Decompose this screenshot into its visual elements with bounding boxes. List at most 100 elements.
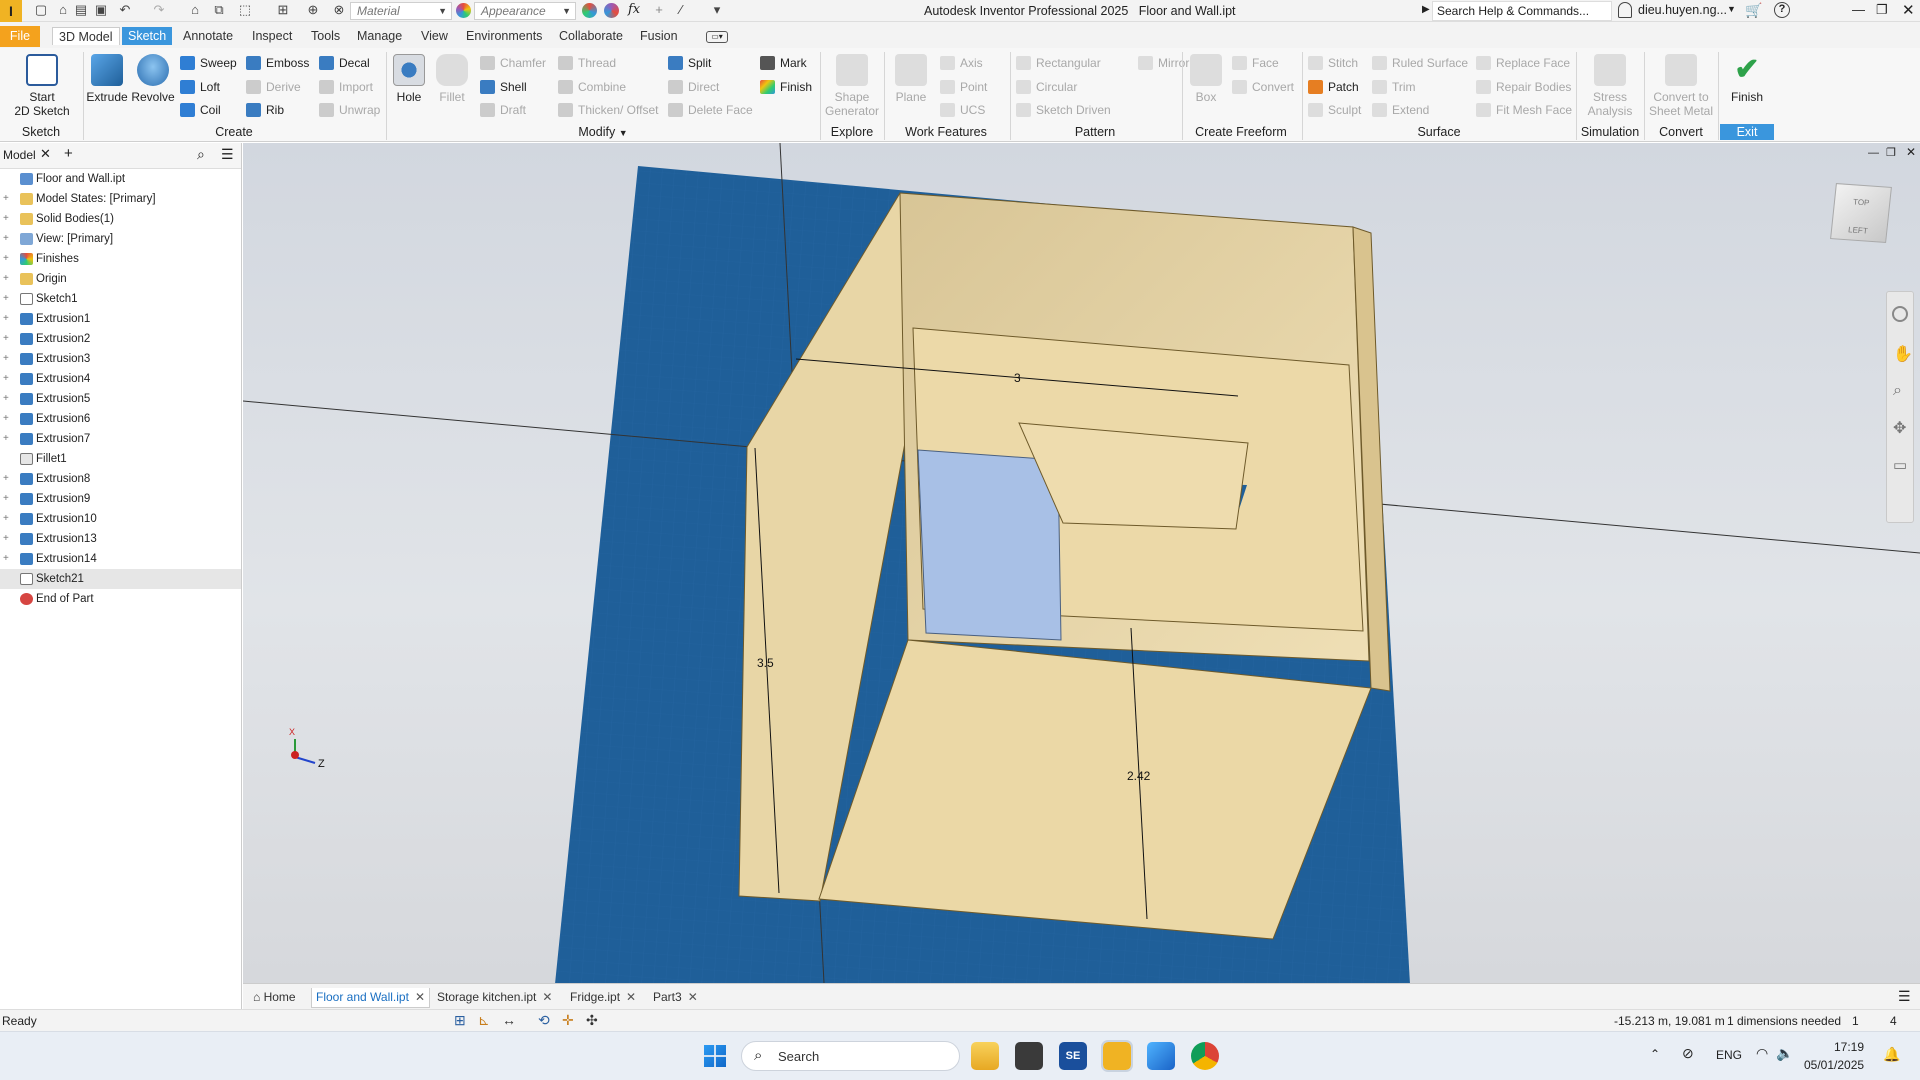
project-icon[interactable]: ⟲ <box>538 1012 550 1029</box>
thread-button[interactable]: Thread <box>558 54 616 72</box>
close-tab-icon[interactable]: ✕ <box>415 990 425 1004</box>
repair-bodies-button[interactable]: Repair Bodies <box>1476 78 1571 96</box>
expand-icon[interactable]: + <box>3 389 13 409</box>
shape-generator-button[interactable]: Shape Generator <box>822 54 882 118</box>
expand-icon[interactable]: + <box>3 369 13 389</box>
close-tab-icon[interactable]: ✕ <box>626 990 636 1004</box>
browser-node[interactable]: + Extrusion3 <box>0 349 241 369</box>
file-explorer-icon[interactable] <box>971 1042 999 1070</box>
box-freeform-button[interactable]: Box <box>1186 54 1226 104</box>
photos-app-icon[interactable] <box>1147 1042 1175 1070</box>
tray-chevron-icon[interactable]: ⌃ <box>1650 1047 1660 1061</box>
open-icon[interactable]: ⌂ <box>56 3 70 17</box>
hole-button[interactable]: Hole <box>388 54 430 104</box>
expand-icon[interactable]: + <box>3 309 13 329</box>
undo-icon[interactable]: ↶ <box>118 3 132 17</box>
browser-node[interactable]: + Extrusion9 <box>0 489 241 509</box>
expand-icon[interactable]: + <box>3 409 13 429</box>
close-panel-icon[interactable]: ✕ <box>40 146 51 162</box>
convert-freeform-button[interactable]: Convert <box>1232 78 1294 96</box>
graphics-viewport[interactable]: 3 3.5 2.42 X Z TOP LEFT — ❐ ✕ ✋ ⌕ ✥ ▭ <box>243 143 1920 983</box>
doc-tab-storage-kitchen[interactable]: Storage kitchen.ipt ✕ <box>433 988 556 1008</box>
tab-fusion[interactable]: Fusion <box>634 27 684 45</box>
start-2d-sketch-button[interactable]: Start 2D Sketch <box>12 54 72 118</box>
sketch-line-icon[interactable]: ∕ <box>674 3 688 17</box>
doc-tab-part3[interactable]: Part3 ✕ <box>649 988 702 1008</box>
browser-node[interactable]: + Extrusion4 <box>0 369 241 389</box>
taskbar-search-box[interactable]: ⌕ Search <box>741 1041 960 1071</box>
home-icon[interactable]: ⌂ <box>188 3 202 17</box>
customize-qat-icon[interactable]: ▾ <box>710 3 724 17</box>
tab-list-menu-icon[interactable]: ☰ <box>1898 988 1911 1005</box>
close-tab-icon[interactable]: ✕ <box>688 990 698 1004</box>
viewport-restore-icon[interactable]: ❐ <box>1886 146 1896 159</box>
loft-button[interactable]: Loft <box>180 78 220 96</box>
doc-tab-fridge[interactable]: Fridge.ipt ✕ <box>566 988 640 1008</box>
patch-button[interactable]: Patch <box>1308 78 1359 96</box>
tab-file[interactable]: File <box>0 26 40 47</box>
tab-3d-model[interactable]: 3D Model <box>52 27 120 45</box>
expand-icon[interactable]: + <box>3 509 13 529</box>
direct-button[interactable]: Direct <box>668 78 719 96</box>
sweep-button[interactable]: Sweep <box>180 54 237 72</box>
volume-icon[interactable]: 🔈 <box>1776 1045 1793 1062</box>
grid-snap-icon[interactable]: ⊞ <box>454 1012 466 1029</box>
panel-label-modify[interactable]: Modify ▼ <box>388 125 818 139</box>
axis-button[interactable]: Axis <box>940 54 983 72</box>
search-icon[interactable]: ⌕ <box>197 146 205 163</box>
unwrap-button[interactable]: Unwrap <box>319 101 380 119</box>
nav-pan-icon[interactable]: ✋ <box>1893 344 1913 364</box>
expand-icon[interactable]: + <box>3 329 13 349</box>
expand-icon[interactable]: + <box>3 269 13 289</box>
dimension-icon[interactable]: ↔ <box>502 1012 516 1028</box>
extend-button[interactable]: Extend <box>1372 101 1429 119</box>
adjust-appearance-icon[interactable] <box>582 3 597 18</box>
fit-mesh-face-button[interactable]: Fit Mesh Face <box>1476 101 1572 119</box>
finish-sketch-button[interactable]: ✔ Finish <box>1722 54 1772 105</box>
browser-node[interactable]: + Origin <box>0 269 241 289</box>
redo-icon[interactable]: ↷ <box>152 3 166 17</box>
save-icon[interactable]: ▣ <box>94 3 108 17</box>
measure-icon[interactable]: ⊕ <box>306 3 320 17</box>
revolve-button[interactable]: Revolve <box>130 54 176 104</box>
expand-icon[interactable]: + <box>3 289 13 309</box>
parameters-button[interactable]: fx <box>628 2 640 17</box>
browser-node[interactable]: + Extrusion5 <box>0 389 241 409</box>
nav-steering-wheel-icon[interactable] <box>1892 306 1908 322</box>
ruled-surface-button[interactable]: Ruled Surface <box>1372 54 1468 72</box>
viewport-minimize-icon[interactable]: — <box>1868 147 1879 159</box>
tab-environments[interactable]: Environments <box>460 27 548 45</box>
expand-icon[interactable]: + <box>3 349 13 369</box>
solid-edge-icon[interactable]: SE <box>1059 1042 1087 1070</box>
finish-appearance-button[interactable]: Finish <box>760 78 812 96</box>
extrude-button[interactable]: Extrude <box>84 54 130 104</box>
delete-face-button[interactable]: Delete Face <box>668 101 753 119</box>
fridge-cavity[interactable] <box>917 449 1062 641</box>
zoom-select-icon[interactable]: ⊞ <box>276 3 290 17</box>
trim-button[interactable]: Trim <box>1372 78 1416 96</box>
media-app-icon[interactable] <box>1015 1042 1043 1070</box>
user-chevron-icon[interactable]: ▼ <box>1727 4 1736 14</box>
clear-appearance-icon[interactable] <box>604 3 619 18</box>
decal-button[interactable]: Decal <box>319 54 370 72</box>
browser-node[interactable]: + Sketch1 <box>0 289 241 309</box>
browser-node[interactable]: + Model States: [Primary] <box>0 189 241 209</box>
new-icon[interactable]: ▢ <box>34 3 48 17</box>
fillet-button[interactable]: Fillet <box>432 54 472 104</box>
minimize-icon[interactable]: — <box>1852 2 1865 17</box>
language-indicator[interactable]: ENG <box>1716 1048 1742 1062</box>
notification-bell-icon[interactable]: 🔔 <box>1883 1046 1900 1063</box>
relax-icon[interactable]: ✣ <box>586 1012 598 1029</box>
browser-node[interactable]: + Extrusion10 <box>0 509 241 529</box>
expand-icon[interactable]: + <box>3 549 13 569</box>
close-tab-icon[interactable]: ✕ <box>542 990 552 1004</box>
draft-button[interactable]: Draft <box>480 101 526 119</box>
mark-button[interactable]: Mark <box>760 54 807 72</box>
windows-start-icon[interactable] <box>704 1045 726 1067</box>
inference-icon[interactable]: ✛ <box>562 1012 574 1029</box>
user-icon[interactable] <box>1618 2 1632 18</box>
viewcube[interactable]: TOP LEFT <box>1830 183 1892 243</box>
open-folder-icon[interactable]: ▤ <box>74 3 88 17</box>
tab-model[interactable]: Model <box>3 148 36 162</box>
expand-icon[interactable]: + <box>3 209 13 229</box>
